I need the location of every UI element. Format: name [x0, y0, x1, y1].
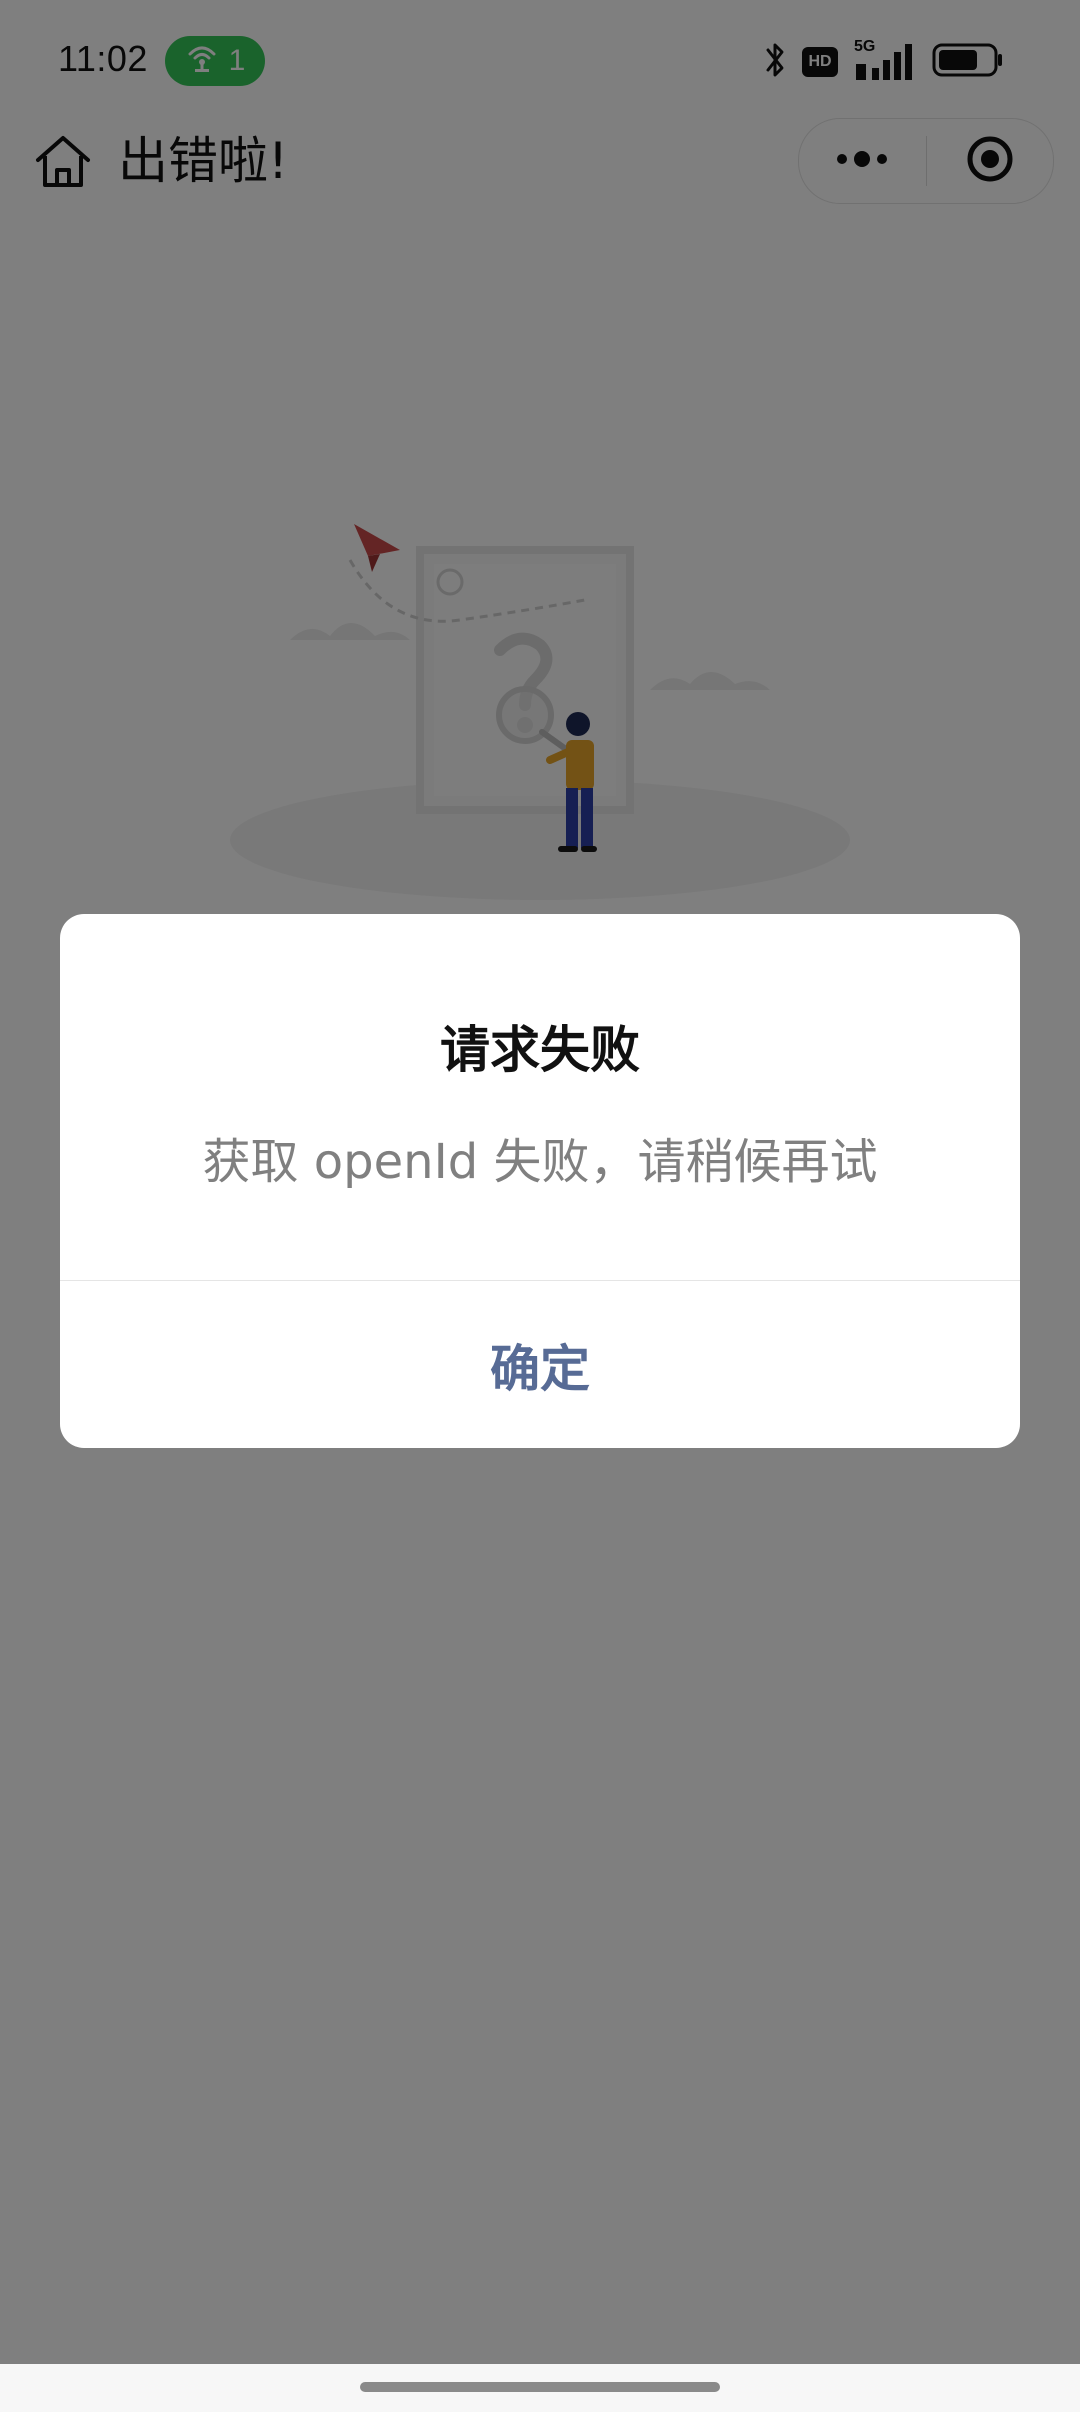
confirm-button[interactable]: 确定 [60, 1281, 1020, 1448]
dialog-title: 请求失败 [440, 1021, 640, 1079]
home-indicator[interactable] [360, 2382, 720, 2392]
dialog-message: 获取 openId 失败，请稍候再试 [202, 1134, 878, 1190]
error-dialog: 请求失败 获取 openId 失败，请稍候再试 确定 [60, 914, 1020, 1448]
